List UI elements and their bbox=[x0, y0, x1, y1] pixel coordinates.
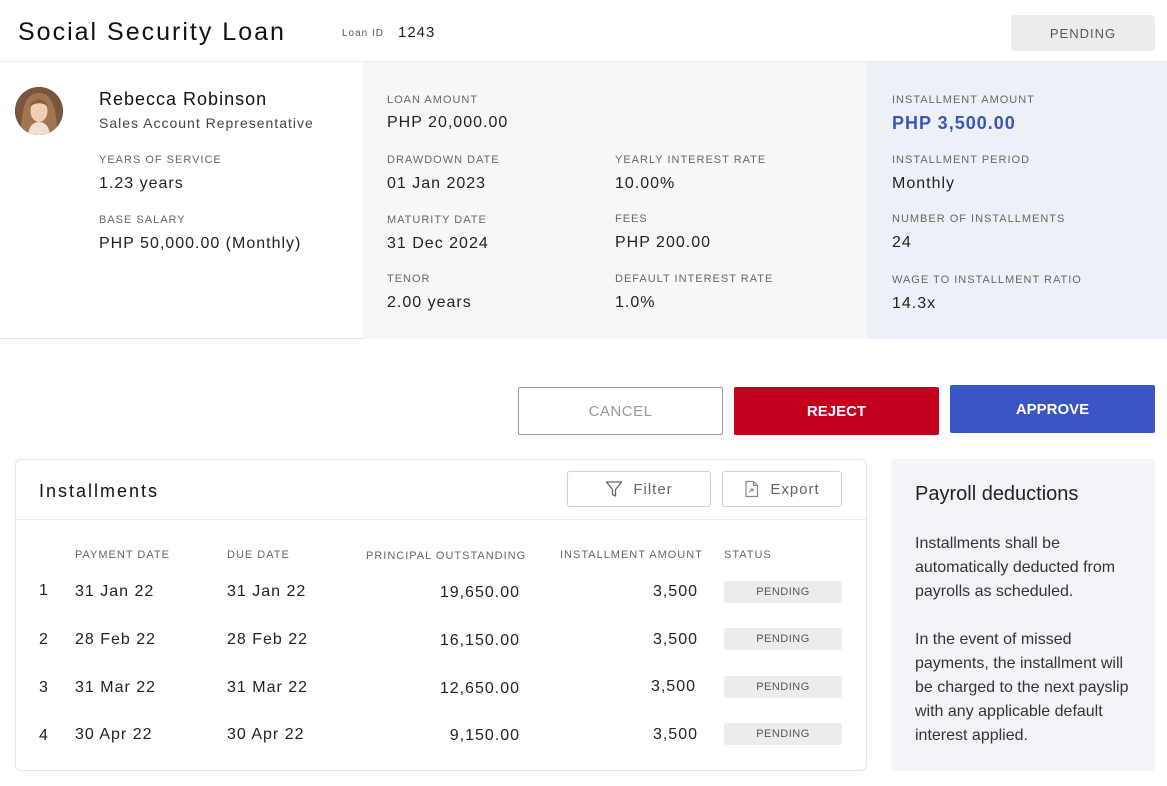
principal-cell: 12,650.00 bbox=[439, 680, 520, 697]
installments-card-header: Installments Filter Export bbox=[16, 460, 866, 520]
payroll-deductions-title: Payroll deductions bbox=[915, 483, 1079, 505]
payment-date-cell: 31 Mar 22 bbox=[75, 679, 157, 696]
payment-date-cell: 31 Jan 22 bbox=[75, 583, 155, 600]
employee-role: Sales Account Representative bbox=[99, 115, 314, 131]
principal-cell: 9,150.00 bbox=[449, 727, 520, 744]
installments-card: Installments Filter Export PAYMENT DATE … bbox=[15, 459, 867, 771]
loan-id-label: Loan ID bbox=[342, 28, 385, 39]
column-header-principal-outstanding: PRINCIPAL OUTSTANDING bbox=[366, 550, 527, 562]
default-interest-value: 1.0% bbox=[615, 294, 656, 311]
approve-button[interactable]: APPROVE bbox=[950, 385, 1155, 433]
loan-id-value: 1243 bbox=[398, 24, 436, 41]
reject-button[interactable]: REJECT bbox=[734, 387, 939, 435]
loan-details-panel: LOAN AMOUNT PHP 20,000.00 DRAWDOWN DATE … bbox=[363, 62, 867, 339]
filter-button-label: Filter bbox=[633, 480, 673, 498]
page-title: Social Security Loan bbox=[18, 18, 286, 46]
installment-amount-cell: 3,500 bbox=[650, 678, 696, 695]
fees-label: FEES bbox=[615, 213, 648, 225]
row-number: 4 bbox=[39, 727, 49, 744]
number-of-installments-label: NUMBER OF INSTALLMENTS bbox=[892, 213, 1066, 225]
column-header-payment-date: PAYMENT DATE bbox=[75, 549, 170, 561]
tenor-label: TENOR bbox=[387, 273, 431, 285]
due-date-cell: 31 Jan 22 bbox=[227, 583, 307, 600]
filter-icon bbox=[606, 481, 623, 497]
installment-amount-label: INSTALLMENT AMOUNT bbox=[892, 94, 1035, 106]
installment-panel: INSTALLMENT AMOUNT PHP 3,500.00 INSTALLM… bbox=[867, 62, 1167, 339]
status-badge: PENDING bbox=[724, 723, 842, 745]
loan-amount-label: LOAN AMOUNT bbox=[387, 94, 479, 106]
years-of-service-label: YEARS OF SERVICE bbox=[99, 154, 222, 166]
export-file-icon bbox=[745, 480, 759, 498]
maturity-date-label: MATURITY DATE bbox=[387, 214, 487, 226]
missed-payment-text: In the event of missed payments, the ins… bbox=[915, 631, 1129, 744]
status-badge: PENDING bbox=[1011, 15, 1155, 51]
installments-title: Installments bbox=[39, 481, 160, 501]
page-header: Social Security Loan Loan ID 1243 PENDIN… bbox=[0, 0, 1167, 62]
installment-amount-value: PHP 3,500.00 bbox=[892, 113, 1016, 133]
installment-period-value: Monthly bbox=[892, 175, 956, 192]
payment-date-cell: 28 Feb 22 bbox=[75, 631, 157, 648]
yearly-interest-label: YEARLY INTEREST RATE bbox=[615, 154, 767, 166]
avatar-portrait-icon bbox=[15, 87, 63, 135]
row-number: 1 bbox=[39, 582, 49, 599]
wage-ratio-label: WAGE TO INSTALLMENT RATIO bbox=[892, 274, 1082, 286]
wage-ratio-value: 14.3x bbox=[892, 295, 937, 312]
default-interest-label: DEFAULT INTEREST RATE bbox=[615, 273, 774, 285]
installment-amount-cell: 3,500 bbox=[652, 583, 698, 600]
column-header-status: STATUS bbox=[724, 549, 772, 561]
principal-cell: 16,150.00 bbox=[439, 632, 520, 649]
row-number: 2 bbox=[39, 631, 49, 648]
export-button-label: Export bbox=[770, 480, 820, 498]
cancel-button[interactable]: CANCEL bbox=[518, 387, 723, 435]
maturity-date-value: 31 Dec 2024 bbox=[387, 235, 489, 252]
installment-period-label: INSTALLMENT PERIOD bbox=[892, 154, 1031, 166]
loan-amount-value: PHP 20,000.00 bbox=[387, 114, 509, 131]
base-salary-value: PHP 50,000.00 (Monthly) bbox=[99, 235, 302, 252]
due-date-cell: 31 Mar 22 bbox=[227, 679, 309, 696]
drawdown-date-value: 01 Jan 2023 bbox=[387, 175, 487, 192]
years-of-service-value: 1.23 years bbox=[99, 175, 184, 192]
filter-button[interactable]: Filter bbox=[567, 471, 711, 507]
row-number: 3 bbox=[39, 679, 49, 696]
status-badge: PENDING bbox=[724, 676, 842, 698]
payroll-deductions-panel: Payroll deductions Installments shall be… bbox=[891, 459, 1155, 771]
drawdown-date-label: DRAWDOWN DATE bbox=[387, 154, 500, 166]
column-header-installment-amount: INSTALLMENT AMOUNT bbox=[560, 549, 703, 561]
installment-amount-cell: 3,500 bbox=[652, 631, 698, 648]
number-of-installments-value: 24 bbox=[892, 234, 912, 251]
loan-summary: Rebecca Robinson Sales Account Represent… bbox=[0, 62, 1167, 339]
export-button[interactable]: Export bbox=[722, 471, 842, 507]
installment-amount-cell: 3,500 bbox=[652, 726, 698, 743]
base-salary-label: BASE SALARY bbox=[99, 214, 186, 226]
tenor-value: 2.00 years bbox=[387, 294, 472, 311]
employee-panel: Rebecca Robinson Sales Account Represent… bbox=[0, 62, 363, 339]
due-date-cell: 28 Feb 22 bbox=[227, 631, 309, 648]
due-date-cell: 30 Apr 22 bbox=[227, 726, 305, 743]
principal-cell: 19,650.00 bbox=[439, 584, 520, 601]
payroll-deductions-text: Installments shall be automatically dedu… bbox=[915, 535, 1116, 600]
yearly-interest-value: 10.00% bbox=[615, 175, 676, 192]
payment-date-cell: 30 Apr 22 bbox=[75, 726, 153, 743]
fees-value: PHP 200.00 bbox=[615, 234, 711, 251]
avatar bbox=[15, 87, 63, 135]
status-badge: PENDING bbox=[724, 581, 842, 603]
employee-name: Rebecca Robinson bbox=[99, 89, 268, 109]
status-badge: PENDING bbox=[724, 628, 842, 650]
column-header-due-date: DUE DATE bbox=[227, 549, 290, 561]
